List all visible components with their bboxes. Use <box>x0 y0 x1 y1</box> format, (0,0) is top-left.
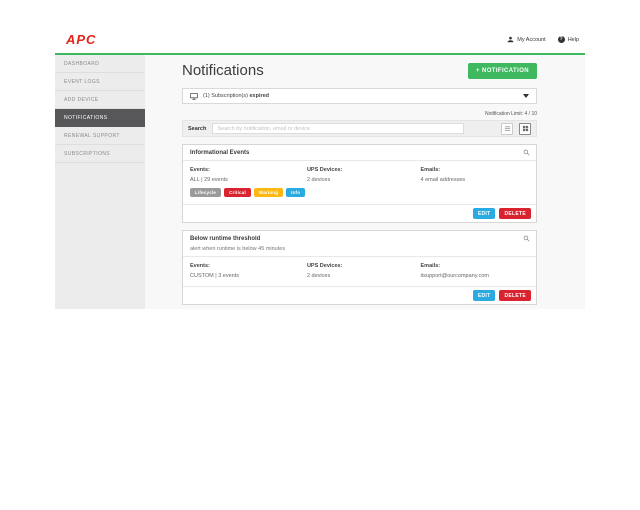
search-bar: Search <box>182 120 537 137</box>
top-bar-links: My Account Help <box>507 36 579 43</box>
sidebar-item-add-device[interactable]: ADD DEVICE <box>55 91 145 109</box>
my-account-link[interactable]: My Account <box>507 36 545 43</box>
monitor-icon <box>190 93 198 100</box>
sidebar-item-renewal-support[interactable]: RENEWAL SUPPORT <box>55 127 145 145</box>
events-value: ALL | 29 events <box>190 177 307 183</box>
edit-button[interactable]: EDIT <box>473 208 496 219</box>
ups-devices-value: 2 devices <box>307 177 421 183</box>
emails-label: Emails: <box>421 263 529 269</box>
apc-logo: APC <box>66 32 96 47</box>
ups-devices-label: UPS Devices: <box>307 167 421 173</box>
page-header: Notifications + NOTIFICATION <box>182 62 537 79</box>
magnifier-icon[interactable] <box>523 235 530 242</box>
emails-value: itsupport@ourcompany.com <box>421 273 529 279</box>
emails-column: Emails: 4 email addresses <box>421 167 529 197</box>
card-subtitle: alert when runtime is below 45 minutes <box>190 246 529 252</box>
list-view-button[interactable] <box>501 123 513 135</box>
top-bar: APC My Account Help <box>55 30 585 53</box>
events-column: Events: CUSTOM | 3 events <box>190 263 307 279</box>
delete-button[interactable]: DELETE <box>499 290 531 301</box>
notification-card-informational-events: Informational Events Events: ALL | 29 ev… <box>182 144 537 223</box>
help-link[interactable]: Help <box>558 36 579 43</box>
badge-warning: Warning <box>254 188 283 197</box>
card-footer: EDIT DELETE <box>183 286 536 304</box>
badge-critical: Critical <box>224 188 251 197</box>
content-area: Notifications + NOTIFICATION (1) Subscri… <box>145 55 585 309</box>
sidebar-item-event-logs[interactable]: EVENT LOGS <box>55 73 145 91</box>
card-title: Below runtime threshold <box>190 236 529 242</box>
sidebar-item-dashboard[interactable]: DASHBOARD <box>55 55 145 73</box>
grid-icon <box>522 125 529 132</box>
my-account-label: My Account <box>517 37 545 43</box>
events-value: CUSTOM | 3 events <box>190 273 307 279</box>
badge-info: Info <box>286 188 305 197</box>
help-icon <box>558 36 565 43</box>
app-window: APC My Account Help DASHBOARD EVENT LOGS… <box>55 30 585 309</box>
help-label: Help <box>568 37 579 43</box>
list-icon <box>504 125 511 132</box>
card-body: Events: CUSTOM | 3 events UPS Devices: 2… <box>183 257 536 286</box>
card-title: Informational Events <box>190 150 529 156</box>
search-input[interactable] <box>212 123 464 134</box>
add-notification-button[interactable]: + NOTIFICATION <box>468 63 537 79</box>
delete-button[interactable]: DELETE <box>499 208 531 219</box>
emails-value: 4 email addresses <box>421 177 529 183</box>
magnifier-icon[interactable] <box>523 149 530 156</box>
main-layout: DASHBOARD EVENT LOGS ADD DEVICE NOTIFICA… <box>55 55 585 309</box>
badge-lifecycle: Lifecycle <box>190 188 221 197</box>
events-label: Events: <box>190 263 307 269</box>
sidebar-item-notifications[interactable]: NOTIFICATIONS <box>55 109 145 127</box>
notification-card-below-runtime-threshold: Below runtime threshold alert when runti… <box>182 230 537 305</box>
sidebar: DASHBOARD EVENT LOGS ADD DEVICE NOTIFICA… <box>55 55 145 309</box>
page-title: Notifications <box>182 62 264 79</box>
card-footer: EDIT DELETE <box>183 204 536 222</box>
events-column: Events: ALL | 29 events Lifecycle Critic… <box>190 167 307 197</box>
card-header: Below runtime threshold alert when runti… <box>183 231 536 257</box>
subscription-expired-banner[interactable]: (1) Subscription(s) expired <box>182 88 537 104</box>
chevron-down-icon <box>523 94 529 98</box>
card-header: Informational Events <box>183 145 536 161</box>
ups-devices-label: UPS Devices: <box>307 263 421 269</box>
user-icon <box>507 36 514 43</box>
sidebar-item-subscriptions[interactable]: SUBSCRIPTIONS <box>55 145 145 163</box>
emails-label: Emails: <box>421 167 529 173</box>
events-label: Events: <box>190 167 307 173</box>
emails-column: Emails: itsupport@ourcompany.com <box>421 263 529 279</box>
card-body: Events: ALL | 29 events Lifecycle Critic… <box>183 161 536 204</box>
search-label: Search <box>188 126 206 132</box>
ups-devices-column: UPS Devices: 2 devices <box>307 263 421 279</box>
banner-text: (1) Subscription(s) expired <box>203 93 269 99</box>
notification-limit: Notification Limit: 4 / 10 <box>182 111 537 117</box>
ups-devices-value: 2 devices <box>307 273 421 279</box>
ups-devices-column: UPS Devices: 2 devices <box>307 167 421 197</box>
severity-badges: Lifecycle Critical Warning Info <box>190 188 307 197</box>
grid-view-button[interactable] <box>519 123 531 135</box>
edit-button[interactable]: EDIT <box>473 290 496 301</box>
